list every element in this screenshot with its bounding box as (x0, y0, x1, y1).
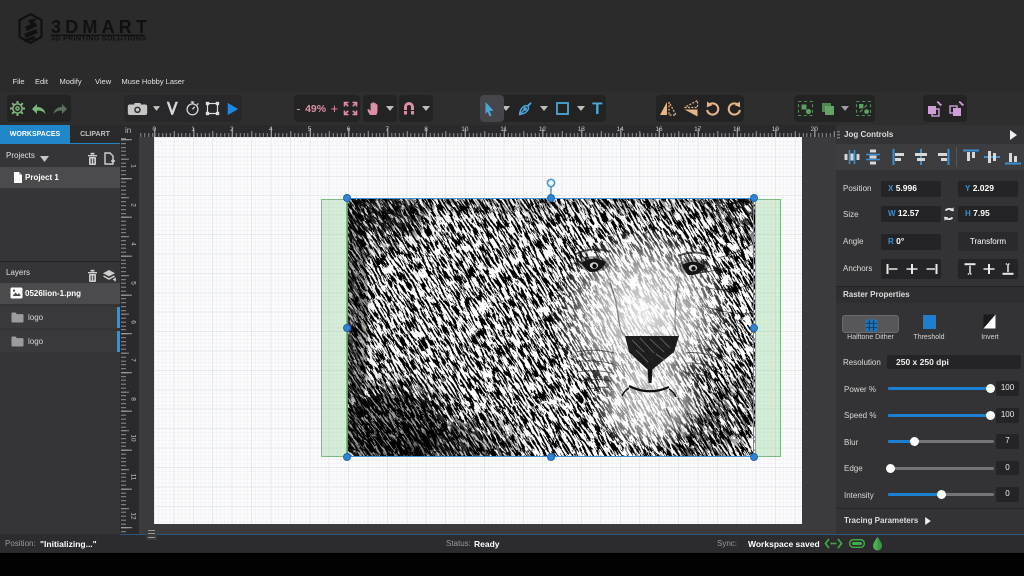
svg-text:3D PRINTING SOLUTIONS: 3D PRINTING SOLUTIONS (51, 33, 146, 42)
